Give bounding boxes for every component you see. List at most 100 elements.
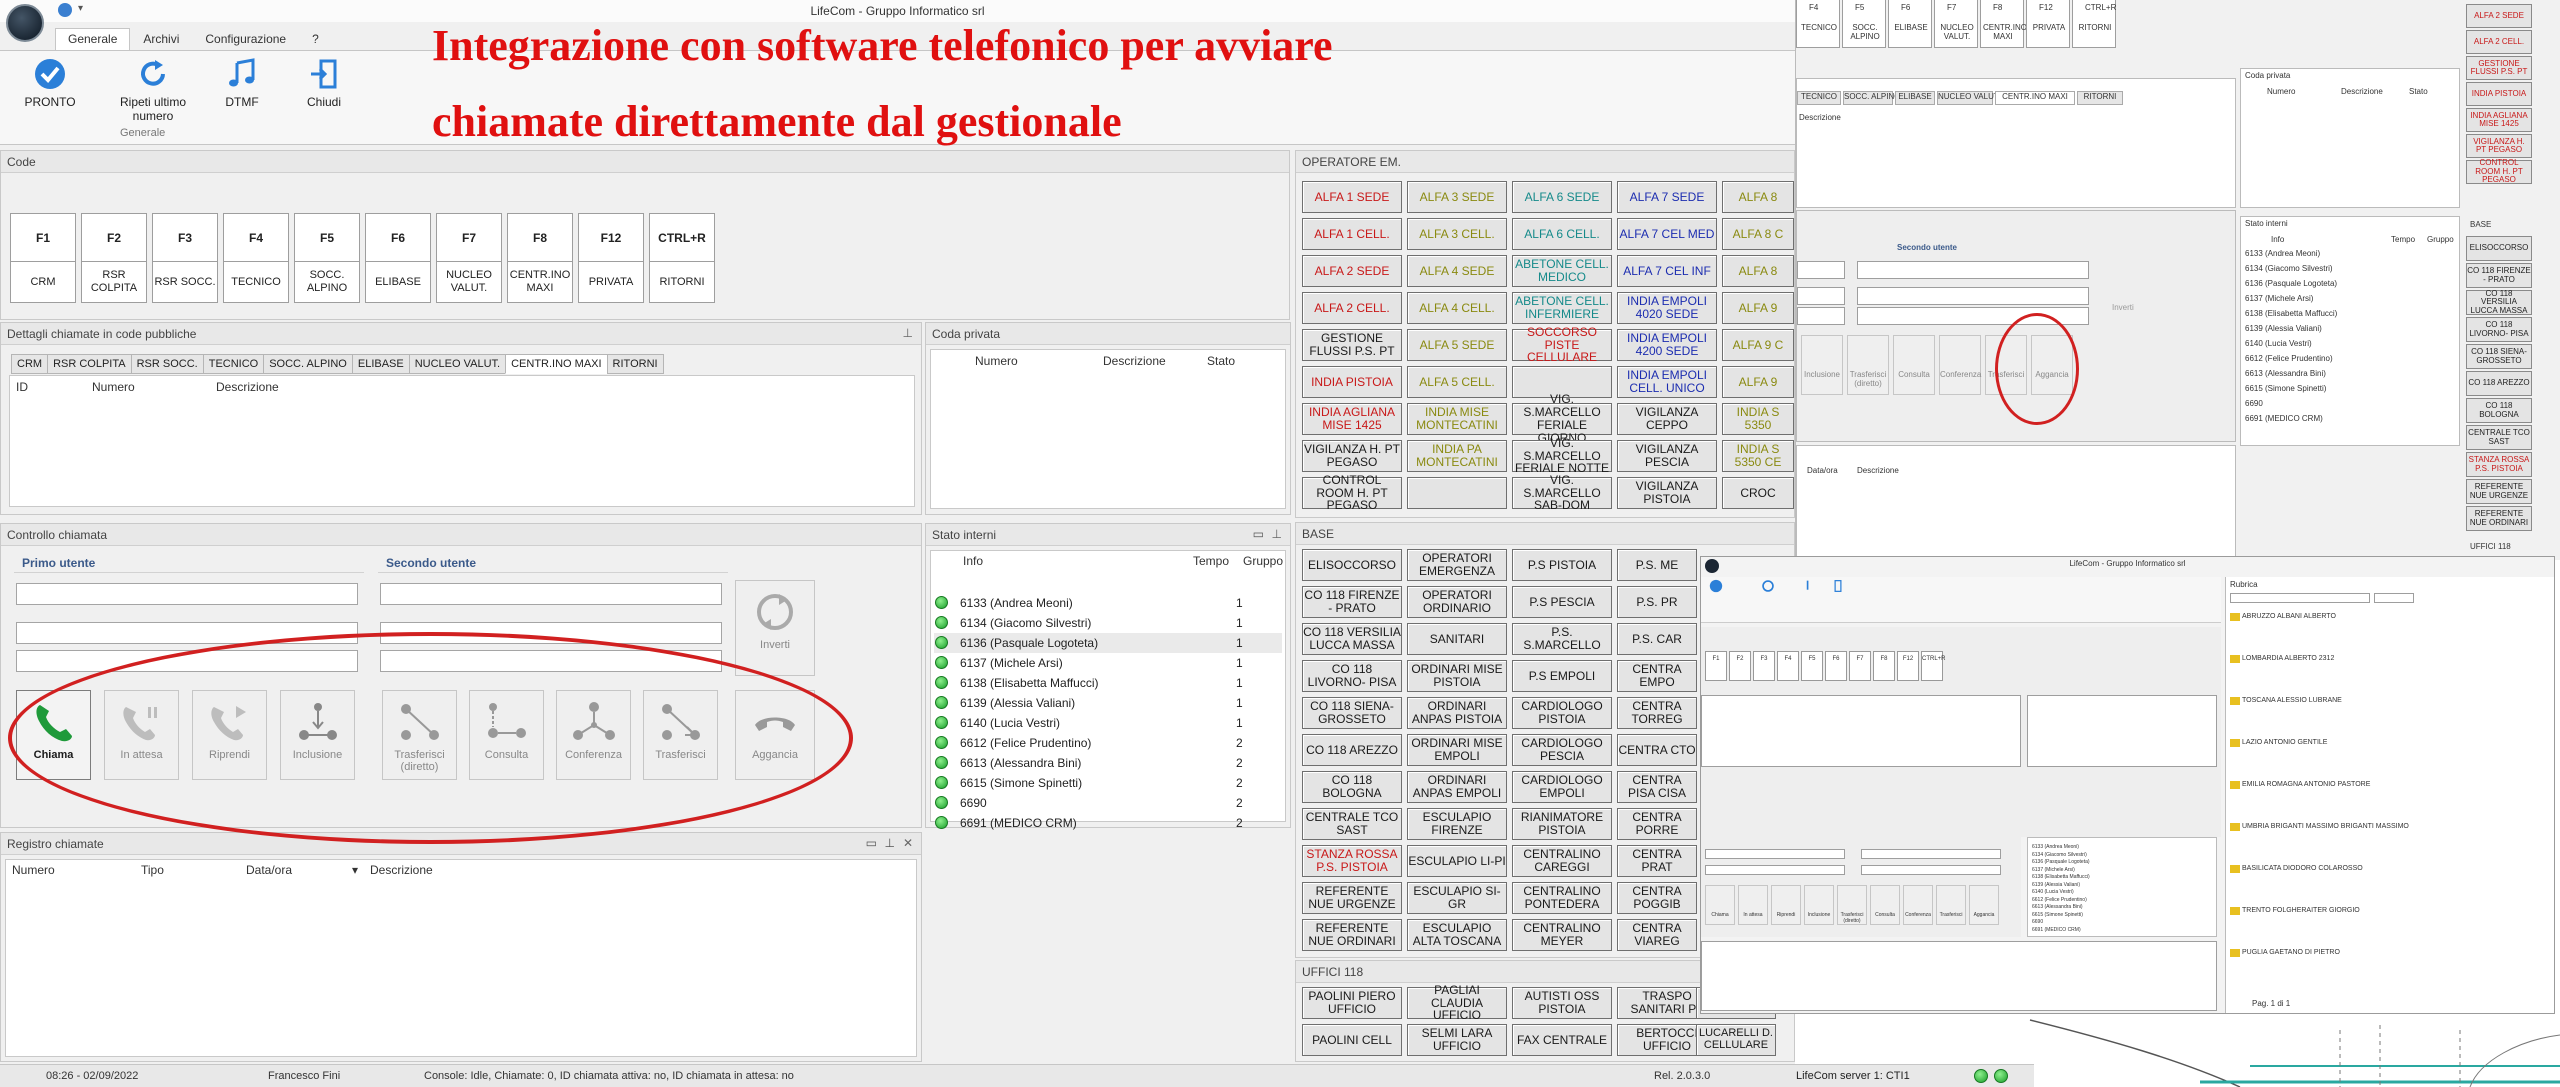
contact-button-p-s-car[interactable]: P.S. CAR — [1617, 623, 1697, 655]
inset1-base-button[interactable]: CO 118 AREZZO — [2466, 371, 2532, 396]
inset2-search-field[interactable] — [2230, 593, 2370, 603]
contact-button-elisoccorso[interactable]: ELISOCCORSO — [1302, 549, 1402, 581]
contact-button-selmi-lara-ufficio[interactable]: SELMI LARA UFFICIO — [1407, 1024, 1507, 1056]
col-numero[interactable]: Numero — [975, 354, 1018, 368]
inset1-base-button[interactable]: CO 118 VERSILIA LUCCA MASSA — [2466, 289, 2532, 315]
tab-help[interactable]: ? — [299, 28, 332, 50]
contact-button-india-pistoia[interactable]: INDIA PISTOIA — [1302, 366, 1402, 398]
contact-button-empty[interactable] — [1407, 477, 1507, 509]
tab-rsr-colpita[interactable]: RSR COLPITA — [47, 354, 132, 374]
inset2-fkey[interactable]: F12 — [1897, 651, 1919, 681]
contact-button-pagliai-claudia-ufficio[interactable]: PAGLIAI CLAUDIA UFFICIO — [1407, 983, 1507, 1022]
inset1-base-button[interactable]: REFERENTE NUE URGENZE — [2466, 479, 2532, 504]
quick-access-dropdown-icon[interactable]: ▾ — [78, 3, 83, 14]
contact-button-p-s-me[interactable]: P.S. ME — [1617, 549, 1697, 581]
contact-button-referente-nue-urgenze[interactable]: REFERENTE NUE URGENZE — [1302, 882, 1402, 914]
dettagli-grid[interactable]: ID Numero Descrizione — [9, 375, 915, 507]
contact-button-ordinari-anpas-empoli[interactable]: ORDINARI ANPAS EMPOLI — [1407, 771, 1507, 803]
table-row[interactable]: 6612 (Felice Prudentino) 2 — [934, 733, 1282, 753]
queue-key-f2[interactable]: F2 RSR COLPITA — [81, 213, 147, 303]
inset1-base-button[interactable]: CENTRALE TCO SAST — [2466, 425, 2532, 450]
contact-button-alfa-1-cell[interactable]: ALFA 1 CELL. — [1302, 218, 1402, 250]
rubrica-entry[interactable]: LOMBARDIA ALBERTO 2312 — [2242, 655, 2334, 662]
contact-button-esculapio-firenze[interactable]: ESCULAPIO FIRENZE — [1407, 808, 1507, 840]
rubrica-entry[interactable]: TOSCANA ALESSIO LUBRANE — [2242, 697, 2342, 704]
rubrica-entry[interactable]: UMBRIA BRIGANTI MASSIMO BRIGANTI MASSIMO — [2242, 823, 2409, 830]
col-numero[interactable]: Numero — [12, 863, 55, 877]
inset2-fkey[interactable]: F3 — [1753, 651, 1775, 681]
contact-button-centralino-meyer[interactable]: CENTRALINO MEYER — [1512, 919, 1612, 951]
table-row[interactable]: 6690 2 — [934, 793, 1282, 813]
contact-button-control-room-h-pt-pegaso[interactable]: CONTROL ROOM H. PT PEGASO — [1302, 473, 1402, 512]
tab-tecnico[interactable]: TECNICO — [202, 354, 265, 374]
contact-button-india-empoli-cell-unico[interactable]: INDIA EMPOLI CELL. UNICO — [1617, 366, 1717, 398]
contact-button-india-empoli-4020-sede[interactable]: INDIA EMPOLI 4020 SEDE — [1617, 292, 1717, 324]
queue-key-f7[interactable]: F7 NUCLEO VALUT. — [436, 213, 502, 303]
contact-button-alfa-5-sede[interactable]: ALFA 5 SEDE — [1407, 329, 1507, 361]
contact-button-soccorso-piste-cellulare[interactable]: SOCCORSO PISTE CELLULARE — [1512, 325, 1612, 364]
inset1-tab[interactable]: NUCLEO VALUT. — [1937, 91, 2000, 105]
inset1-call-button[interactable]: Conferenza — [1939, 335, 1981, 395]
contact-button-india-mise-montecatini[interactable]: INDIA MISE MONTECATINI — [1407, 403, 1507, 435]
inset2-fkey[interactable]: F4 — [1777, 651, 1799, 681]
tab-archivi[interactable]: Archivi — [130, 28, 192, 50]
table-row[interactable]: 6615 (Simone Spinetti) 2 — [934, 773, 1282, 793]
inset1-fkey[interactable]: F7 NUCLEO VALUT. — [1934, 0, 1978, 48]
inset2-call-button[interactable]: Conferenza — [1903, 885, 1933, 925]
contact-button-esculapio-li-pi[interactable]: ESCULAPIO LI-PI — [1407, 845, 1507, 877]
app-logo-icon[interactable] — [6, 4, 44, 42]
contact-button-india-pa-montecatini[interactable]: INDIA PA MONTECATINI — [1407, 440, 1507, 472]
inset2-call-button[interactable]: Riprendi — [1771, 885, 1801, 925]
inset2-field[interactable] — [1861, 849, 2001, 859]
contact-button-india-empoli-4200-sede[interactable]: INDIA EMPOLI 4200 SEDE — [1617, 329, 1717, 361]
col-data-ora[interactable]: Data/ora — [246, 863, 292, 877]
tab-configurazione[interactable]: Configurazione — [192, 28, 299, 50]
contact-button-alfa-2-cell[interactable]: ALFA 2 CELL. — [1302, 292, 1402, 324]
tab-generale[interactable]: Generale — [55, 28, 131, 50]
inset1-tab[interactable]: CENTR.INO MAXI — [1995, 91, 2075, 105]
col-stato[interactable]: Stato — [1207, 354, 1235, 368]
contact-button-co-118-firenze-prato[interactable]: CO 118 FIRENZE - PRATO — [1302, 586, 1402, 618]
contact-button-alfa-9[interactable]: ALFA 9 — [1722, 292, 1794, 324]
pin-icon[interactable]: ⊥ — [903, 326, 913, 340]
contact-button-india-agliana-mise-1425[interactable]: INDIA AGLIANA MISE 1425 — [1302, 403, 1402, 435]
contact-button-vigilanza-pistoia[interactable]: VIGILANZA PISTOIA — [1617, 477, 1717, 509]
contact-button-p-s-s-marcello[interactable]: P.S. S.MARCELLO — [1512, 623, 1612, 655]
contact-button-vig-s-marcello-sab-dom[interactable]: VIG. S.MARCELLO SAB-DOM — [1512, 473, 1612, 512]
inset2-search-button[interactable] — [2374, 593, 2414, 603]
table-row[interactable]: 6137 (Michele Arsi) 1 — [934, 653, 1282, 673]
inset1-base-button[interactable]: CO 118 LIVORNO- PISA — [2466, 317, 2532, 342]
contact-button-alfa-8[interactable]: ALFA 8 — [1722, 181, 1794, 213]
col-gruppo[interactable]: Gruppo — [1243, 554, 1283, 568]
inset1-call-button[interactable]: Consulta — [1893, 335, 1935, 395]
table-row[interactable]: 6139 (Alessia Valiani) 1 — [934, 693, 1282, 713]
contact-button-ordinari-mise-empoli[interactable]: ORDINARI MISE EMPOLI — [1407, 734, 1507, 766]
inset1-tab[interactable]: TECNICO — [1797, 91, 1841, 105]
contact-button-india-s-5350-ce[interactable]: INDIA S 5350 CE — [1722, 440, 1794, 472]
contact-button-p-s-pistoia[interactable]: P.S PISTOIA — [1512, 549, 1612, 581]
contact-button-alfa-7-sede[interactable]: ALFA 7 SEDE — [1617, 181, 1717, 213]
contact-button-operatori-ordinario[interactable]: OPERATORI ORDINARIO — [1407, 586, 1507, 618]
inset1-field[interactable] — [1797, 307, 1845, 325]
contact-button-stanza-rossa-p-s-pistoia[interactable]: STANZA ROSSA P.S. PISTOIA — [1302, 845, 1402, 877]
contact-button-alfa-5-cell[interactable]: ALFA 5 CELL. — [1407, 366, 1507, 398]
inset1-contact-button[interactable]: ALFA 2 SEDE — [2466, 4, 2532, 28]
contact-button-alfa-9-c[interactable]: ALFA 9 C — [1722, 329, 1794, 361]
inset1-base-button[interactable]: STANZA ROSSA P.S. PISTOIA — [2466, 452, 2532, 477]
contact-button-vig-s-marcello-feriale-notte[interactable]: VIG. S.MARCELLO FERIALE NOTTE — [1512, 436, 1612, 475]
contact-button-co-118-siena-grosseto[interactable]: CO 118 SIENA-GROSSETO — [1302, 697, 1402, 729]
inverti-button[interactable]: Inverti — [735, 580, 815, 676]
tab-centr-ino-maxi[interactable]: CENTR.INO MAXI — [505, 354, 608, 374]
contact-button-alfa-7-cel-inf[interactable]: ALFA 7 CEL INF — [1617, 255, 1717, 287]
inset1-fkey[interactable]: F8 CENTR.INO MAXI — [1980, 0, 2027, 48]
contact-button-sanitari[interactable]: SANITARI — [1407, 623, 1507, 655]
queue-key-f3[interactable]: F3 RSR SOCC. — [152, 213, 218, 303]
quick-access-icon[interactable] — [58, 3, 72, 17]
contact-button-operatori-emergenza[interactable]: OPERATORI EMERGENZA — [1407, 549, 1507, 581]
pin-icon[interactable]: ⊥ — [1272, 527, 1282, 541]
tab-rsr-socc[interactable]: RSR SOCC. — [130, 354, 204, 374]
contact-button-centrale-tco-sast[interactable]: CENTRALE TCO SAST — [1302, 808, 1402, 840]
maximize-icon[interactable]: ▭ — [866, 836, 877, 850]
contact-button-alfa-3-cell[interactable]: ALFA 3 CELL. — [1407, 218, 1507, 250]
tab-crm[interactable]: CRM — [11, 354, 49, 374]
